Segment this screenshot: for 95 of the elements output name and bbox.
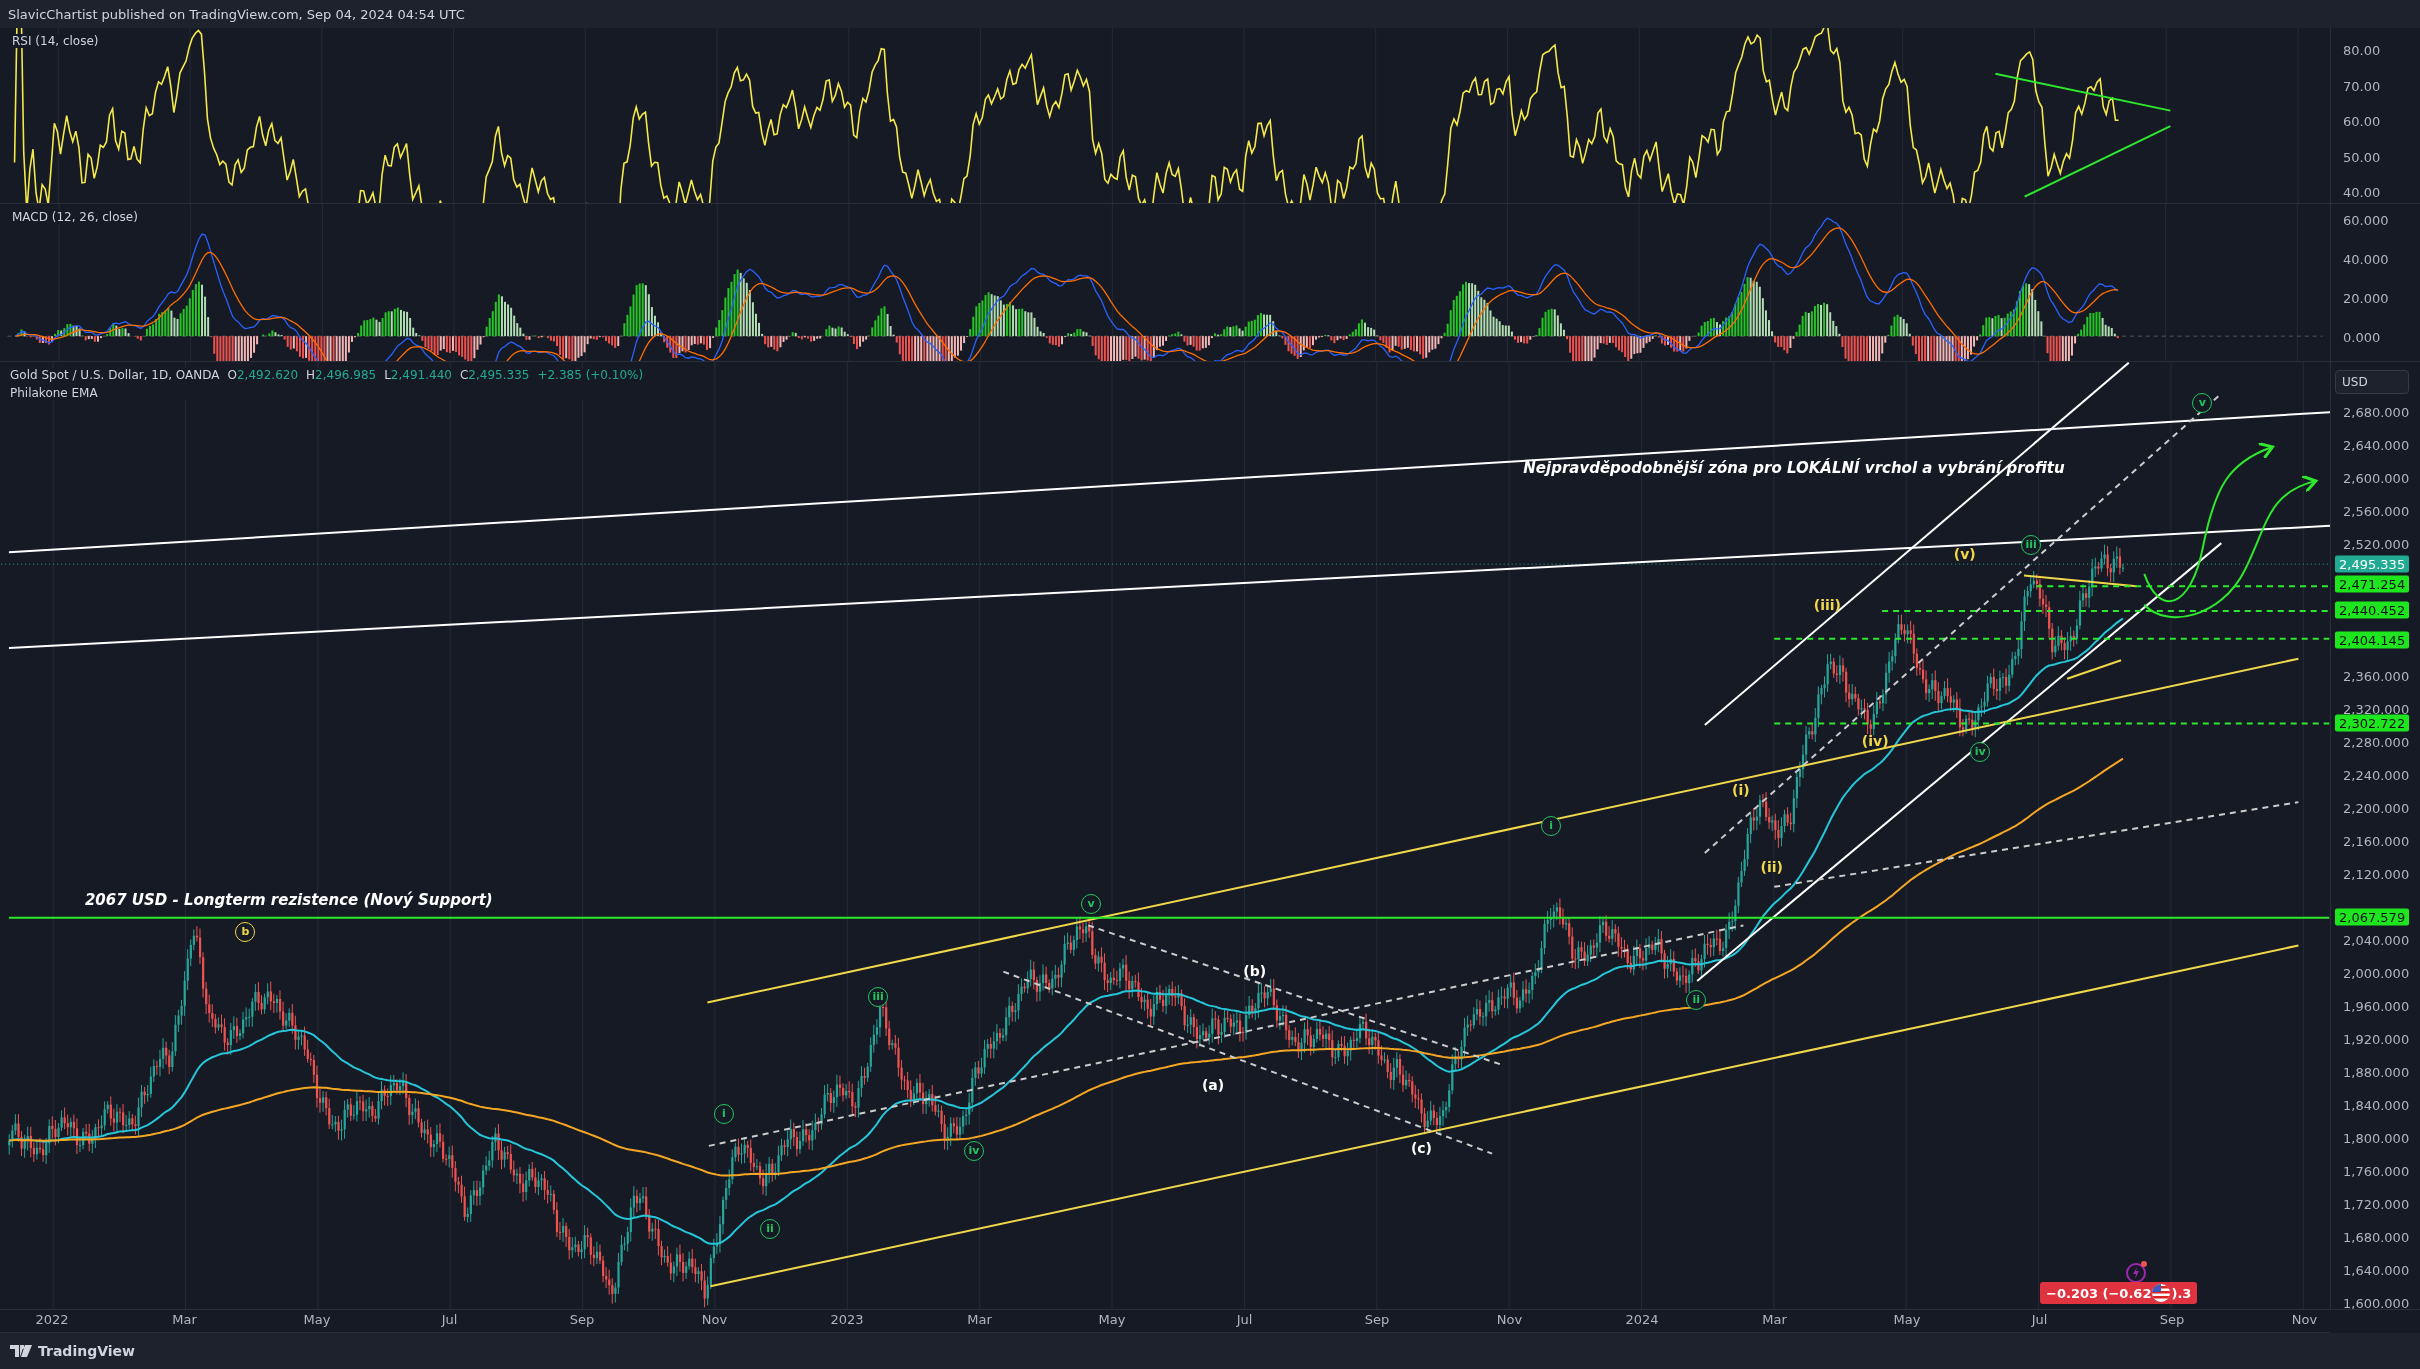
price-axis-label: 2,520.000 [2343,536,2410,552]
price-axis-label: 1,680.000 [2343,1229,2410,1245]
ohlc-value: C2,495.335 [459,368,530,382]
badge-text: ).3 [2171,1285,2192,1301]
price-axis-label: 2,640.000 [2343,437,2410,453]
time-axis-label: Nov [1496,1312,1523,1327]
price-axis-label: 1,840.000 [2343,1097,2410,1113]
lightning-icon [2125,1260,2149,1284]
tradingview-logo-icon [10,1345,32,1357]
wave-label: v [2192,392,2213,413]
wave-label: i [1541,815,1562,836]
price-axis-label: 1,960.000 [2343,998,2410,1014]
price-axis-label: 1,880.000 [2343,1064,2410,1080]
macd-axis-label: 40.000 [2343,251,2389,267]
price-axis-label: 2,040.000 [2343,932,2410,948]
macd-axis-label: 20.000 [2343,290,2389,306]
price-axis-label: 2,560.000 [2343,503,2410,519]
price-axis-label: 2,360.000 [2343,668,2410,684]
time-axis-label: Jul [2031,1312,2048,1327]
wave-label: (v) [1953,546,1976,563]
wave-label: iii [868,987,889,1007]
time-axis-label: Nov [2291,1312,2318,1327]
chart-annotation: 2067 USD - Longterm rezistence (Nový Support) [84,890,493,909]
time-axis-label: Nov [701,1312,728,1327]
time-axis-label: May [1893,1312,1921,1327]
price-axis-label: 2,240.000 [2343,767,2410,783]
wave-label: (c) [1410,1140,1432,1157]
price-axis-label: 2,000.000 [2343,965,2410,981]
wave-label: (i) [1732,782,1750,799]
price-axis-label: 1,640.000 [2343,1262,2410,1278]
time-axis-label: Mar [1762,1312,1787,1327]
price-label: 2,440.452 [2335,601,2410,619]
flag-icon [2151,1283,2172,1303]
time-axis-label: May [1098,1312,1126,1327]
time-axis-label: Jul [441,1312,458,1327]
price-label: 2,067.579 [2335,908,2410,926]
badge-text: −0.203 (−0.62 [2046,1285,2152,1301]
indicator-title: RSI (14, close) [10,34,101,48]
price-axis-label: 1,760.000 [2343,1163,2410,1179]
ohlc-value: O2,492.620 [227,368,299,382]
price-label: 2,404.145 [2335,631,2410,649]
price-axis-label: 2,680.000 [2343,404,2410,420]
wave-label: (iv) [1861,732,1889,749]
time-axis-label: Mar [172,1312,197,1327]
price-label: 2,495.335 [2335,555,2410,573]
macd-axis-label: 60.000 [2343,212,2389,228]
wave-label: (a) [1201,1077,1225,1093]
price-label: 2,471.254 [2335,575,2410,593]
symbol-title: Gold Spot / U.S. Dollar, 1D, OANDA [10,368,220,382]
price-axis-label: 1,720.000 [2343,1196,2410,1212]
wave-label: ii [1686,990,1707,1011]
rsi-axis-label: 40.00 [2343,184,2381,200]
price-label: 2,302.722 [2335,714,2410,732]
indicator-title: MACD (12, 26, close) [10,210,140,224]
time-axis-label: 2023 [830,1312,864,1327]
rsi-axis-label: 80.00 [2343,42,2381,58]
wave-label: iii [2021,534,2042,555]
price-axis-label: 2,280.000 [2343,734,2410,750]
publish-info: SlavicChartist published on TradingView.com, Sep 04, 2024 04:54 UTC [8,6,465,22]
time-axis-label: May [303,1312,331,1327]
wave-label: (iii) [1813,597,1841,613]
wave-label: b [235,922,256,943]
wave-label: ii [760,1218,781,1239]
wave-label: (b) [1243,962,1267,979]
price-axis-label: 2,120.000 [2343,866,2410,882]
wave-label: v [1081,894,1102,915]
price-change: +2.385 (+0.10%) [537,368,644,382]
rsi-axis-label: 70.00 [2343,78,2381,93]
wave-label: (ii) [1760,859,1783,876]
price-axis-label: 2,320.000 [2343,701,2410,717]
ohlc-value: L2,491.440 [384,368,452,382]
time-axis-label: Sep [2159,1312,2185,1327]
price-axis-label: 1,920.000 [2343,1031,2410,1047]
time-axis-label: 2024 [1625,1312,1659,1327]
price-axis-label: 2,160.000 [2343,833,2410,849]
chart-annotation: Nejpravděpodobnější zóna pro LOKÁLNÍ vrchol a vybrání profitu [1523,458,2065,477]
macd-axis-label: 0.000 [2343,329,2381,345]
time-axis-label: Sep [569,1312,595,1327]
time-axis-label: Sep [1364,1312,1390,1327]
wave-label: iv [1970,741,1991,762]
ohlc-value: H2,496.985 [306,368,377,382]
brand-name: TradingView [38,1343,135,1359]
rsi-axis-label: 60.00 [2343,113,2381,129]
time-axis-label: Jul [1236,1312,1253,1327]
price-axis-label: 2,200.000 [2343,800,2410,816]
time-axis-label: 2022 [35,1312,69,1327]
price-axis-label: 1,800.000 [2343,1130,2410,1146]
price-axis-label: 1,600.000 [2343,1295,2410,1309]
currency-button[interactable]: USD [2335,370,2409,394]
wave-label: i [713,1104,734,1125]
wave-label: iv [963,1141,984,1162]
rsi-axis-label: 50.00 [2343,149,2381,164]
price-axis-label: 2,600.000 [2343,470,2410,486]
indicator-title: Philakone EMA [10,386,98,400]
time-axis-label: Mar [967,1312,992,1327]
